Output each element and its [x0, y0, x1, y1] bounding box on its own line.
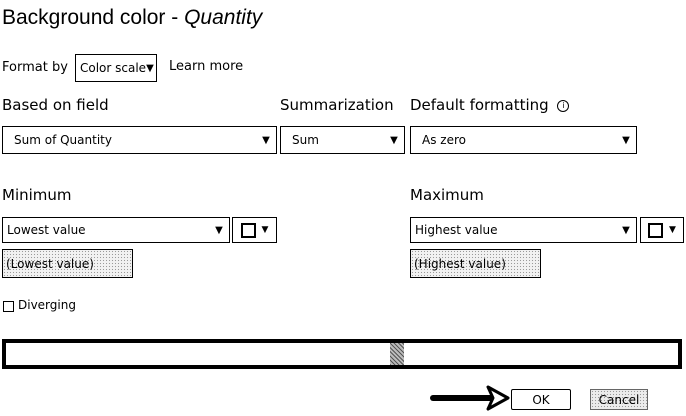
minimum-value-input[interactable]: (Lowest value) [2, 249, 133, 278]
dialog-title: Background color - Quantity [2, 6, 262, 30]
summarization-value: Sum [292, 133, 319, 147]
format-by-label: Format by [2, 60, 68, 75]
default-formatting-text: Default formatting [410, 96, 549, 114]
minimum-type-value: Lowest value [7, 223, 86, 237]
diverging-checkbox[interactable] [3, 301, 14, 312]
diverging-label: Diverging [18, 298, 76, 312]
dialog-title-field: Quantity [184, 6, 263, 29]
chevron-down-icon: ▼ [262, 134, 270, 146]
maximum-value-input[interactable]: (Highest value) [410, 249, 541, 278]
maximum-type-value: Highest value [415, 223, 498, 237]
minimum-type-dropdown[interactable]: Lowest value ▼ [2, 217, 230, 243]
learn-more-link[interactable]: Learn more [169, 59, 243, 74]
default-formatting-value: As zero [422, 133, 466, 147]
maximum-type-dropdown[interactable]: Highest value ▼ [410, 217, 637, 243]
caret-down-icon: ▼ [669, 225, 676, 235]
arrow-right-icon [430, 385, 510, 411]
format-by-dropdown[interactable]: Color scale ▼ [75, 54, 157, 82]
chevron-down-icon: ▼ [622, 134, 630, 146]
info-icon[interactable]: i [557, 100, 570, 112]
caret-down-icon: ▼ [261, 225, 269, 235]
minimum-label: Minimum [2, 186, 72, 204]
based-on-field-value: Sum of Quantity [14, 133, 112, 147]
format-by-value: Color scale [80, 61, 147, 75]
chevron-down-icon: ▼ [390, 134, 398, 146]
color-swatch-icon [648, 222, 664, 238]
maximum-label: Maximum [410, 186, 484, 204]
cancel-button[interactable]: Cancel [590, 389, 648, 410]
summarization-label: Summarization [280, 96, 394, 114]
chevron-down-icon: ▼ [622, 224, 630, 236]
minimum-color-picker[interactable]: ▼ [232, 217, 277, 243]
dialog-title-prefix: Background color - [2, 6, 185, 29]
ok-button[interactable]: OK [511, 389, 571, 410]
color-swatch-icon [240, 222, 256, 238]
based-on-field-label: Based on field [2, 96, 109, 114]
summarization-dropdown[interactable]: Sum ▼ [280, 126, 405, 154]
based-on-field-dropdown[interactable]: Sum of Quantity ▼ [2, 126, 277, 154]
color-scale-preview [2, 339, 682, 369]
chevron-down-icon: ▼ [146, 62, 154, 74]
color-scale-midpoint-marker [390, 343, 404, 365]
default-formatting-label: Default formatting i [410, 96, 570, 114]
maximum-color-picker[interactable]: ▼ [640, 217, 684, 243]
chevron-down-icon: ▼ [215, 224, 223, 236]
default-formatting-dropdown[interactable]: As zero ▼ [410, 126, 637, 154]
